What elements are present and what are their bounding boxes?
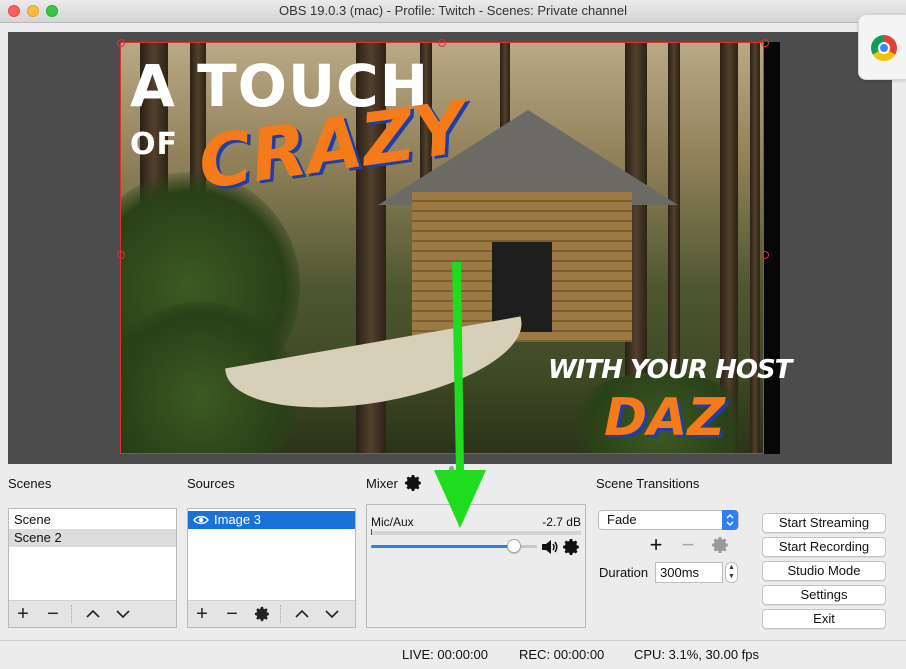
add-scene-button[interactable]: +	[12, 603, 34, 625]
speaker-icon[interactable]	[541, 539, 559, 555]
resize-handle[interactable]	[761, 39, 769, 47]
chrome-floating-tab[interactable]	[858, 14, 906, 80]
volume-slider-knob[interactable]	[506, 539, 521, 553]
chrome-icon	[871, 35, 897, 61]
scenes-panel: Scene Scene 2 + −	[8, 508, 177, 628]
title-bar: OBS 19.0.3 (mac) - Profile: Twitch - Sce…	[0, 0, 906, 23]
resize-handle[interactable]	[117, 251, 125, 259]
remove-scene-button[interactable]: −	[42, 603, 64, 625]
overlay-host-name: DAZ	[604, 388, 726, 448]
chevron-down-icon	[325, 610, 339, 619]
start-recording-button[interactable]: Start Recording	[762, 537, 886, 557]
green-arrow-annotation	[434, 262, 486, 528]
overlay-host-line: WITH YOUR HOST	[548, 355, 792, 385]
overlay-title-line2: OF	[130, 127, 178, 162]
sources-panel: Image 3 + −	[187, 508, 356, 628]
settings-button[interactable]: Settings	[762, 585, 886, 605]
transition-select[interactable]: Fade	[598, 510, 739, 530]
chevron-down-icon	[116, 610, 130, 619]
add-transition-button[interactable]: +	[645, 534, 667, 556]
resize-handle[interactable]	[761, 251, 769, 259]
select-arrows-icon	[722, 510, 738, 530]
move-scene-down-button[interactable]	[112, 603, 134, 625]
add-source-button[interactable]: +	[191, 603, 213, 625]
volume-slider-fill	[371, 545, 514, 548]
sources-label: Sources	[187, 476, 235, 491]
cpu-fps-status: CPU: 3.1%, 30.00 fps	[634, 647, 760, 662]
chevron-up-icon	[86, 609, 100, 618]
toolbar-separator	[71, 605, 73, 623]
duration-stepper[interactable]: ▲ ▼	[725, 562, 738, 583]
start-streaming-button[interactable]: Start Streaming	[762, 513, 886, 533]
mixer-db-value: -2.7 dB	[542, 515, 581, 529]
sources-toolbar: + −	[188, 600, 355, 627]
transition-select-value: Fade	[607, 512, 637, 527]
live-timer: LIVE: 00:00:00	[402, 647, 489, 662]
chevron-up-icon	[295, 609, 309, 618]
remove-source-button[interactable]: −	[221, 603, 243, 625]
scene-transitions-label: Scene Transitions	[596, 476, 700, 491]
remove-transition-button[interactable]: −	[677, 534, 699, 556]
chevron-up-icon[interactable]: ▲	[726, 563, 737, 572]
gear-icon	[712, 537, 728, 553]
studio-mode-button[interactable]: Studio Mode	[762, 561, 886, 581]
scene-item-selected[interactable]: Scene 2	[9, 529, 176, 547]
audio-settings-gear-icon[interactable]	[562, 538, 580, 556]
volume-slider[interactable]	[371, 539, 537, 553]
mixer-label: Mixer	[366, 476, 398, 491]
move-scene-up-button[interactable]	[82, 603, 104, 625]
duration-input[interactable]: 300ms	[655, 562, 723, 583]
scene-item[interactable]: Scene	[9, 511, 176, 529]
duration-label: Duration	[599, 565, 649, 580]
source-item-selected[interactable]: Image 3	[188, 511, 355, 529]
scenes-label: Scenes	[8, 476, 52, 491]
move-source-down-button[interactable]	[321, 603, 343, 625]
resize-handle[interactable]	[117, 39, 125, 47]
recording-timer: REC: 00:00:00	[519, 647, 605, 662]
scenes-toolbar: + −	[9, 600, 176, 627]
mixer-channel-name: Mic/Aux	[371, 515, 414, 529]
mixer-gear-icon[interactable]	[404, 474, 422, 492]
status-bar: LIVE: 00:00:00 REC: 00:00:00 CPU: 3.1%, …	[0, 640, 906, 669]
gear-icon	[254, 606, 269, 622]
window-title: OBS 19.0.3 (mac) - Profile: Twitch - Sce…	[278, 3, 628, 18]
transition-properties-button[interactable]	[709, 534, 731, 556]
meter-tick	[371, 529, 372, 535]
resize-handle[interactable]	[438, 39, 446, 47]
source-item-label: Image 3	[214, 512, 261, 527]
source-properties-button[interactable]	[251, 603, 273, 625]
toolbar-separator	[280, 605, 282, 623]
exit-button[interactable]: Exit	[762, 609, 886, 629]
move-source-up-button[interactable]	[291, 603, 313, 625]
visibility-eye-icon[interactable]	[193, 515, 209, 525]
chevron-down-icon[interactable]: ▼	[726, 572, 737, 581]
